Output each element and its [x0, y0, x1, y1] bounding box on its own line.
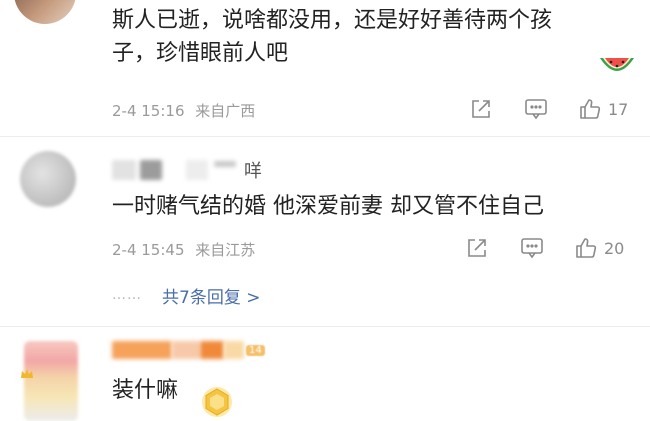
comment-time: 2-4 15:16 [112, 102, 185, 120]
comment-time: 2-4 15:45 [112, 241, 185, 259]
username-blur [186, 160, 208, 180]
comment-button[interactable] [520, 237, 544, 259]
share-icon [472, 100, 490, 118]
like-count: 20 [604, 238, 625, 258]
username-blur [214, 161, 236, 167]
share-button[interactable] [466, 237, 488, 259]
username-blur [112, 160, 136, 180]
username-blur [172, 341, 200, 359]
comment-meta: 2-4 15:45 来自江苏 [112, 239, 255, 260]
username-visible: 咩 [244, 161, 262, 182]
comment-actions: 20 [466, 236, 624, 260]
crown-icon [21, 369, 33, 378]
thumbs-up-icon [580, 99, 601, 119]
comment-location: 来自广西 [195, 102, 256, 120]
comment-2: 咩 一时赌气结的婚 他深爱前妻 却又管不住自己 2-4 15:45 来自江苏 2… [0, 137, 650, 327]
username-blur [200, 341, 224, 359]
share-icon [468, 239, 486, 257]
thumbs-up-icon [576, 238, 597, 258]
comment-text: 装什嘛 [112, 378, 179, 403]
watermelon-emoji [600, 58, 634, 71]
like-count: 17 [608, 99, 629, 119]
username[interactable]: 14 [112, 341, 265, 359]
comment-meta: 2-4 15:16 来自广西 [112, 100, 255, 121]
view-replies-link[interactable]: 共7条回复 > [162, 283, 260, 308]
username-blur [112, 341, 172, 359]
username[interactable]: 咩 [112, 157, 262, 183]
comment-button[interactable] [524, 98, 548, 120]
level-badge: 14 [246, 344, 265, 356]
coin-icon [202, 387, 232, 417]
like-button[interactable]: 20 [574, 236, 624, 260]
comment-text: 一时赌气结的婚 他深爱前妻 却又管不住自己 [112, 194, 544, 219]
comment-text: 斯人已逝，说啥都没用，还是好好善待两个孩 子，珍惜眼前人吧 [112, 4, 552, 70]
comment-text-line1: 斯人已逝，说啥都没用，还是好好善待两个孩 [112, 8, 553, 33]
comment-icon [521, 238, 543, 259]
comment-3: 14 装什嘛 [0, 327, 650, 421]
avatar[interactable] [14, 0, 76, 24]
comment-text-line2: 子，珍惜眼前人吧 [112, 41, 289, 66]
username-blur [224, 341, 244, 359]
comment-actions: 17 [470, 97, 628, 121]
comment-icon [525, 99, 547, 120]
comment-location: 来自江苏 [195, 241, 256, 259]
comment-1: 斯人已逝，说啥都没用，还是好好善待两个孩 子，珍惜眼前人吧 2-4 15:16 … [0, 0, 650, 135]
avatar[interactable] [24, 341, 78, 421]
replies-dots: …… [112, 287, 142, 303]
like-button[interactable]: 17 [578, 97, 628, 121]
share-button[interactable] [470, 98, 492, 120]
username-blur [140, 160, 162, 180]
avatar[interactable] [20, 151, 76, 207]
